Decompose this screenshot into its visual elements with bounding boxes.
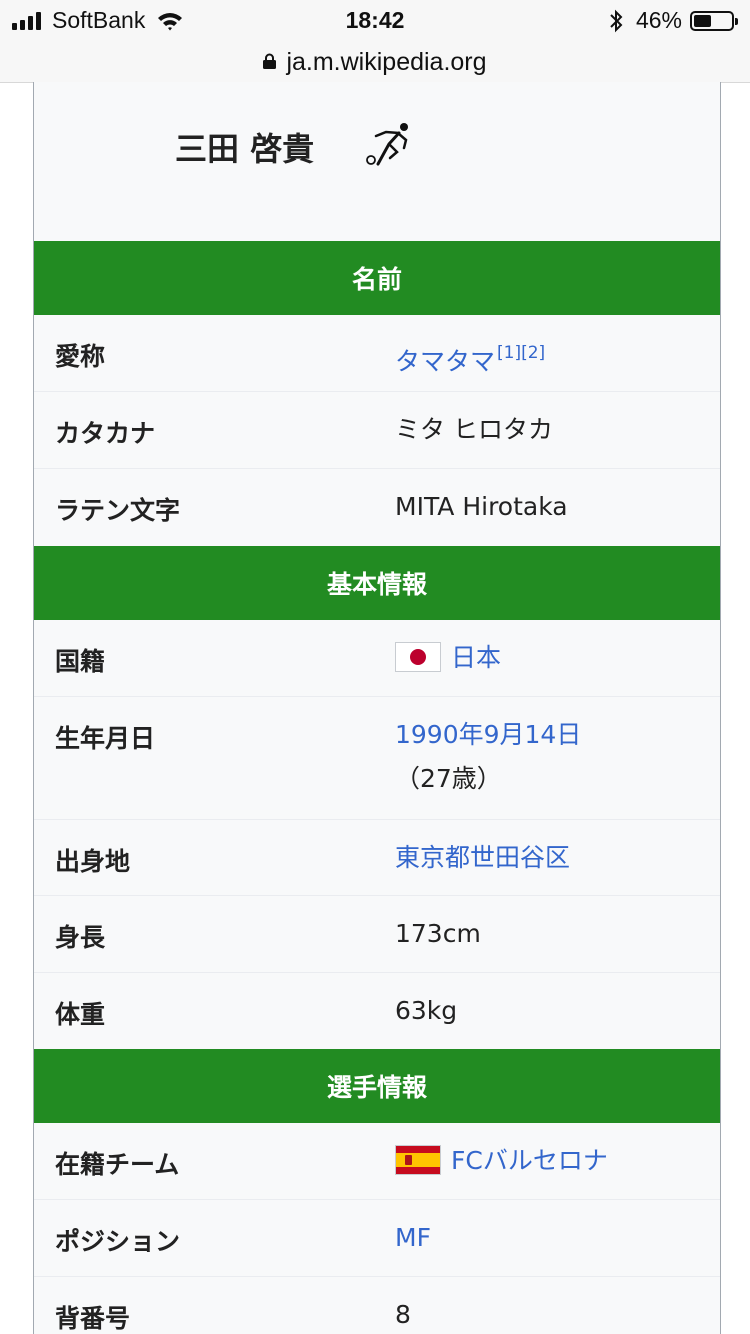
- position-link[interactable]: MF: [395, 1223, 431, 1252]
- battery-icon: [690, 10, 738, 31]
- row-value: 日本: [395, 612, 720, 696]
- soccer-player-icon: [366, 123, 408, 166]
- row-nickname: 愛称 タマタマ [1][2]: [34, 315, 720, 392]
- infobox: 三田 啓貴 名前 愛称 タマタマ [1][2] カタカナ ミタ ヒロタカ ラテン文…: [33, 82, 721, 1334]
- row-label: 在籍チーム: [55, 1150, 180, 1179]
- player-name: 三田 啓貴: [175, 130, 315, 168]
- row-number: 背番号 8: [34, 1277, 720, 1334]
- row-label: ポジション: [55, 1227, 181, 1256]
- status-right: 46%: [608, 7, 738, 34]
- nationality-link[interactable]: 日本: [451, 643, 501, 672]
- nickname-link[interactable]: タマタマ: [395, 347, 495, 376]
- row-nationality: 国籍 日本: [34, 620, 720, 697]
- row-value: FCバルセロナ: [395, 1115, 720, 1199]
- japan-flag-icon[interactable]: [395, 642, 441, 672]
- section-header-player-info: 選手情報: [34, 1049, 720, 1123]
- row-value: 1990年9月14日 （27歳）: [395, 689, 720, 819]
- row-value: タマタマ [1][2]: [395, 307, 720, 391]
- url-text[interactable]: ja.m.wikipedia.org: [286, 48, 486, 77]
- row-katakana: カタカナ ミタ ヒロタカ: [34, 392, 720, 469]
- reference-links[interactable]: [1][2]: [497, 343, 545, 363]
- row-label: 体重: [55, 1000, 106, 1029]
- row-value: 173cm: [395, 919, 481, 948]
- row-value: MITA Hirotaka: [395, 492, 568, 521]
- birthplace-link[interactable]: 東京都世田谷区: [395, 843, 570, 872]
- row-value: MF: [395, 1192, 720, 1276]
- row-latin: ラテン文字 MITA Hirotaka: [34, 469, 720, 546]
- row-label: 愛称: [55, 342, 106, 371]
- row-height: 身長 173cm: [34, 896, 720, 973]
- row-label: 背番号: [55, 1304, 131, 1333]
- row-weight: 体重 63kg: [34, 973, 720, 1049]
- row-label: 生年月日: [55, 724, 156, 753]
- row-birthplace: 出身地 東京都世田谷区: [34, 820, 720, 896]
- row-current-team: 在籍チーム FCバルセロナ: [34, 1123, 720, 1200]
- spain-flag-icon[interactable]: [395, 1145, 441, 1175]
- age-text: （27歳）: [395, 764, 502, 793]
- row-value: 63kg: [395, 996, 458, 1025]
- battery-percent: 46%: [635, 7, 682, 33]
- url-bar[interactable]: ja.m.wikipedia.org: [0, 42, 750, 83]
- bluetooth-icon: [610, 9, 623, 32]
- row-label: 出身地: [55, 847, 131, 876]
- row-position: ポジション MF: [34, 1200, 720, 1277]
- row-value: 東京都世田谷区: [395, 812, 720, 895]
- team-link[interactable]: FCバルセロナ: [451, 1146, 608, 1175]
- row-label: ラテン文字: [55, 496, 181, 525]
- birthdate-link[interactable]: 1990年9月14日: [395, 720, 581, 749]
- row-value: 8: [395, 1300, 411, 1329]
- row-label: 身長: [55, 923, 106, 952]
- lock-icon: [263, 53, 277, 69]
- section-header-basic-info: 基本情報: [34, 546, 720, 620]
- row-label: カタカナ: [55, 419, 156, 448]
- section-header-name: 名前: [34, 241, 720, 315]
- status-bar: SoftBank 18:42 46%: [0, 0, 750, 42]
- infobox-title: 三田 啓貴: [34, 82, 720, 241]
- row-label: 国籍: [55, 647, 106, 676]
- row-birthdate: 生年月日 1990年9月14日 （27歳）: [34, 697, 720, 820]
- row-value: ミタ ヒロタカ: [395, 415, 553, 444]
